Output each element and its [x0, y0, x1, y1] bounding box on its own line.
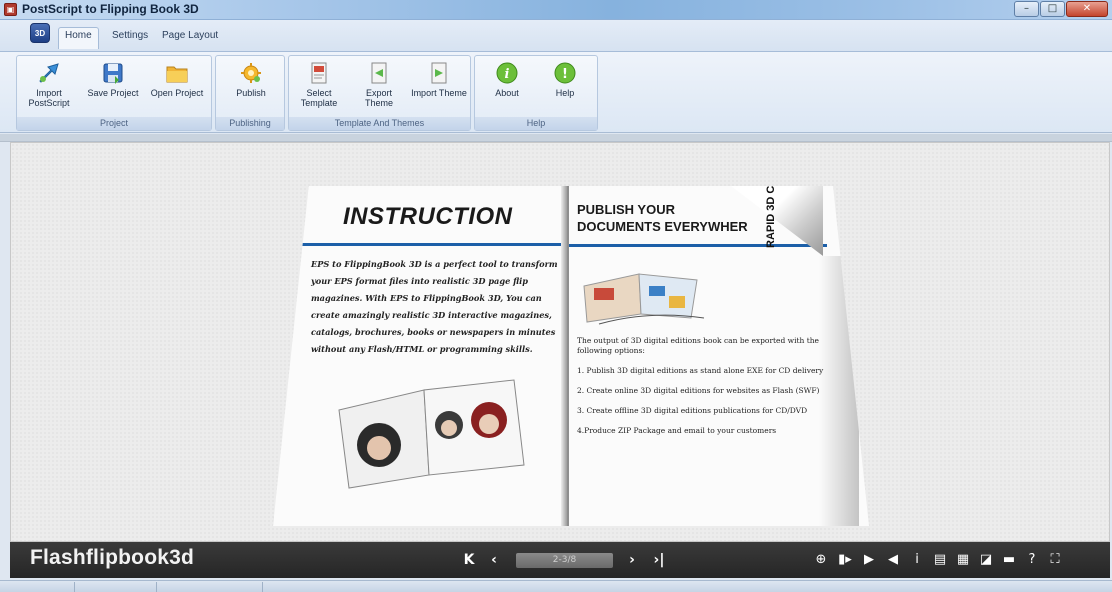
group-project-label: Project — [17, 117, 211, 130]
close-button[interactable]: ✕ — [1066, 1, 1108, 17]
open-project-label: Open Project — [150, 88, 204, 98]
group-template-themes: Select Template Export Theme Import Them… — [288, 55, 471, 131]
info-icon[interactable]: i — [908, 550, 926, 570]
thumbnails-icon[interactable]: ▦ — [954, 550, 972, 570]
export-option: 2. Create online 3D digital editions for… — [577, 386, 820, 395]
status-separator — [262, 582, 263, 592]
import-theme-icon — [427, 61, 451, 85]
group-publishing: Publish Publishing — [215, 55, 285, 131]
page-indicator[interactable]: 2-3/8 — [516, 553, 613, 568]
about-label: About — [495, 88, 519, 98]
svg-text:!: ! — [562, 67, 568, 82]
publish-button[interactable]: Publish — [223, 59, 279, 115]
help-icon[interactable]: ? — [1023, 550, 1041, 570]
minimize-button[interactable]: – — [1014, 1, 1039, 17]
zoom-in-icon[interactable]: ⊕ — [812, 550, 830, 570]
template-icon — [307, 61, 331, 85]
import-theme-button[interactable]: Import Theme — [411, 59, 467, 115]
share-icon[interactable]: ◪ — [977, 550, 995, 570]
preview-stage: INSTRUCTION EPS to FlippingBook 3D is a … — [10, 142, 1110, 542]
maximize-button[interactable]: □ — [1040, 1, 1065, 17]
group-help: i About ! Help Help — [474, 55, 598, 131]
group-publishing-label: Publishing — [216, 117, 284, 130]
bookmark-icon[interactable]: ▤ — [931, 550, 949, 570]
help-icon: ! — [553, 61, 577, 85]
svg-text:i: i — [505, 67, 510, 82]
left-page-title: INSTRUCTION — [343, 203, 513, 230]
sound-icon[interactable]: ◀ — [884, 550, 902, 570]
brochure-image — [579, 266, 709, 326]
page-shadow — [819, 256, 859, 526]
group-help-label: Help — [475, 117, 597, 130]
tab-page-layout[interactable]: Page Layout — [156, 28, 224, 46]
save-icon — [101, 61, 125, 85]
about-button[interactable]: i About — [479, 59, 535, 115]
import-postscript-button[interactable]: Import PostScript — [21, 59, 77, 115]
window-controls: – □ ✕ — [1013, 1, 1108, 17]
right-page-title: PUBLISH YOUR DOCUMENTS EVERYWHER — [577, 201, 748, 235]
title-bar: ▣ PostScript to Flipping Book 3D – □ ✕ — [0, 0, 1112, 20]
publish-icon — [239, 61, 263, 85]
select-template-button[interactable]: Select Template — [291, 59, 347, 115]
brand-logo: Flashflipbook3d — [30, 546, 195, 569]
flipbook[interactable]: INSTRUCTION EPS to FlippingBook 3D is a … — [261, 186, 869, 531]
auto-flip-icon[interactable]: ▮▸ — [836, 550, 854, 570]
ribbon-panel: Import PostScript Save Project Open Proj… — [0, 51, 1112, 133]
right-page-intro: The output of 3D digital editions book c… — [577, 336, 819, 355]
play-icon[interactable]: ▶ — [860, 550, 878, 570]
first-page-icon[interactable]: K — [460, 550, 478, 570]
group-project: Import PostScript Save Project Open Proj… — [16, 55, 212, 131]
export-theme-button[interactable]: Export Theme — [351, 59, 407, 115]
left-page-body: EPS to FlippingBook 3D is a perfect tool… — [311, 259, 558, 354]
export-option: 4.Produce ZIP Package and email to your … — [577, 426, 777, 435]
import-postscript-label: Import PostScript — [28, 88, 70, 108]
prev-page-icon[interactable]: ‹ — [485, 550, 503, 570]
left-page[interactable]: INSTRUCTION EPS to FlippingBook 3D is a … — [273, 186, 571, 526]
about-icon: i — [495, 61, 519, 85]
ribbon-tab-row: 3D Home Settings Page Layout — [0, 20, 1112, 52]
last-page-icon[interactable]: ›| — [650, 550, 668, 570]
export-option: 3. Create offline 3D digital editions pu… — [577, 406, 808, 415]
app-icon: ▣ — [4, 3, 17, 16]
open-project-button[interactable]: Open Project — [149, 59, 205, 115]
select-template-label: Select Template — [300, 88, 338, 108]
fullscreen-icon[interactable]: ⛶ — [1046, 550, 1064, 570]
publish-label: Publish — [236, 88, 266, 98]
import-icon — [37, 61, 61, 85]
print-icon[interactable]: ▬ — [1000, 550, 1018, 570]
tab-settings[interactable]: Settings — [106, 28, 154, 46]
next-page-icon[interactable]: › — [623, 550, 641, 570]
save-project-button[interactable]: Save Project — [85, 59, 141, 115]
workspace-divider — [0, 134, 1112, 142]
folder-icon — [165, 61, 189, 85]
export-icon — [367, 61, 391, 85]
export-theme-label: Export Theme — [364, 88, 393, 108]
import-theme-label: Import Theme — [411, 88, 467, 98]
flipbook-toolbar: Flashflipbook3d K ‹ 2-3/8 › ›| ⊕ ▮▸ ▶ ◀ … — [10, 542, 1110, 578]
group-template-label: Template And Themes — [289, 117, 470, 130]
tab-home[interactable]: Home — [58, 27, 99, 49]
help-button[interactable]: ! Help — [537, 59, 593, 115]
save-project-label: Save Project — [87, 88, 139, 98]
window-title: PostScript to Flipping Book 3D — [22, 2, 199, 16]
export-option: 1. Publish 3D digital editions as stand … — [577, 366, 824, 375]
left-page-rule — [301, 243, 571, 246]
application-menu-button[interactable]: 3D — [30, 23, 50, 43]
right-title-line1: PUBLISH YOUR — [577, 202, 675, 217]
right-page-body: The output of 3D digital editions book c… — [577, 336, 837, 446]
page-curl-text: RAPID 3D CR — [765, 177, 777, 248]
status-separator — [74, 582, 75, 592]
magazine-image — [329, 370, 529, 490]
help-label: Help — [555, 88, 575, 98]
right-page-rule — [569, 244, 827, 247]
app-window: ▣ PostScript to Flipping Book 3D – □ ✕ 3… — [0, 0, 1112, 592]
right-page[interactable]: PUBLISH YOUR DOCUMENTS EVERYWHER RAPID 3… — [569, 186, 869, 526]
right-title-line2: DOCUMENTS EVERYWHER — [577, 219, 748, 234]
status-bar — [0, 580, 1112, 592]
status-separator — [156, 582, 157, 592]
